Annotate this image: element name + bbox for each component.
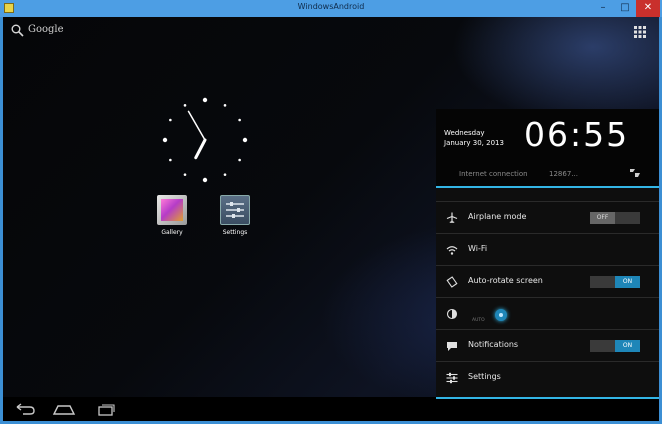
wifi-icon [446, 246, 458, 255]
settings-app-label: Settings [222, 229, 248, 236]
notifications-row[interactable]: Notifications ON [436, 329, 659, 362]
wifi-label: Wi-Fi [468, 244, 488, 253]
airplane-icon [446, 212, 458, 224]
window-title: WindowsAndroid [297, 2, 365, 11]
settings-label: Settings [468, 372, 501, 381]
gallery-app-label: Gallery [161, 229, 183, 236]
notifications-toggle[interactable]: ON [590, 340, 640, 352]
search-icon [11, 24, 24, 37]
clock-mark [202, 97, 208, 103]
title-bar[interactable]: WindowsAndroid – □ ✕ [0, 0, 662, 17]
airplane-mode-row[interactable]: Airplane mode OFF [436, 201, 659, 234]
brightness-row[interactable]: AUTO [436, 297, 659, 330]
auto-rotate-label: Auto-rotate screen [468, 276, 543, 285]
settings-row[interactable]: Settings [436, 361, 659, 394]
clock-mark [169, 118, 172, 122]
recent-apps-icon[interactable] [93, 401, 119, 417]
maximize-button[interactable]: □ [614, 0, 636, 17]
search-label: Google [28, 24, 64, 35]
gallery-icon [157, 195, 187, 225]
clock-mark [238, 158, 241, 162]
weekday-label: Wednesday [444, 129, 485, 137]
analog-clock-widget[interactable] [160, 95, 250, 185]
home-icon[interactable] [51, 401, 77, 417]
airplane-mode-toggle[interactable]: OFF [590, 212, 640, 224]
close-button[interactable]: ✕ [636, 0, 660, 17]
connection-value: 12867... [549, 170, 578, 178]
clock-mark [169, 158, 172, 162]
airplane-toggle-state: OFF [590, 212, 615, 224]
brightness-icon [446, 308, 458, 320]
clock-mark [162, 137, 168, 143]
back-icon[interactable] [13, 401, 39, 417]
clock-mark [202, 177, 208, 183]
airplane-mode-label: Airplane mode [468, 212, 527, 221]
brightness-slider-handle[interactable] [495, 309, 507, 321]
status-header: Wednesday January 30, 2013 06:55 Interne… [436, 109, 659, 188]
clock-mark [238, 118, 241, 122]
auto-rotate-icon [446, 276, 458, 288]
clock-mark [223, 104, 227, 107]
notifications-toggle-state: ON [615, 340, 640, 352]
auto-rotate-toggle-state: ON [615, 276, 640, 288]
auto-rotate-toggle[interactable]: ON [590, 276, 640, 288]
clock-mark [242, 137, 248, 143]
settings-sliders-icon [446, 372, 458, 384]
app-window: WindowsAndroid – □ ✕ Google Gallery Sett… [0, 0, 662, 424]
quick-settings-panel: Wednesday January 30, 2013 06:55 Interne… [436, 109, 659, 399]
android-screen: Google Gallery Settings Wednesday Januar… [3, 17, 659, 421]
minimize-button[interactable]: – [592, 0, 614, 17]
wifi-row[interactable]: Wi-Fi [436, 233, 659, 266]
date-label: January 30, 2013 [444, 139, 504, 147]
all-apps-icon[interactable] [634, 26, 646, 38]
auto-rotate-row[interactable]: Auto-rotate screen ON [436, 265, 659, 298]
clock-mark [223, 173, 227, 176]
settings-app-shortcut[interactable]: Settings [212, 195, 258, 236]
navigation-bar [3, 397, 659, 421]
notifications-icon [447, 342, 457, 351]
settings-icon [220, 195, 250, 225]
notifications-label: Notifications [468, 340, 519, 349]
time-display: 06:55 [524, 115, 630, 154]
brightness-auto-label: AUTO [472, 318, 485, 323]
gallery-app-shortcut[interactable]: Gallery [149, 195, 195, 236]
connection-label: Internet connection [459, 170, 528, 178]
clock-hour-hand [194, 138, 207, 160]
clock-mark [183, 173, 187, 176]
status-divider [436, 186, 659, 188]
clock-minute-hand [187, 110, 206, 141]
clock-mark [183, 104, 187, 107]
network-settings-icon[interactable] [629, 168, 641, 178]
